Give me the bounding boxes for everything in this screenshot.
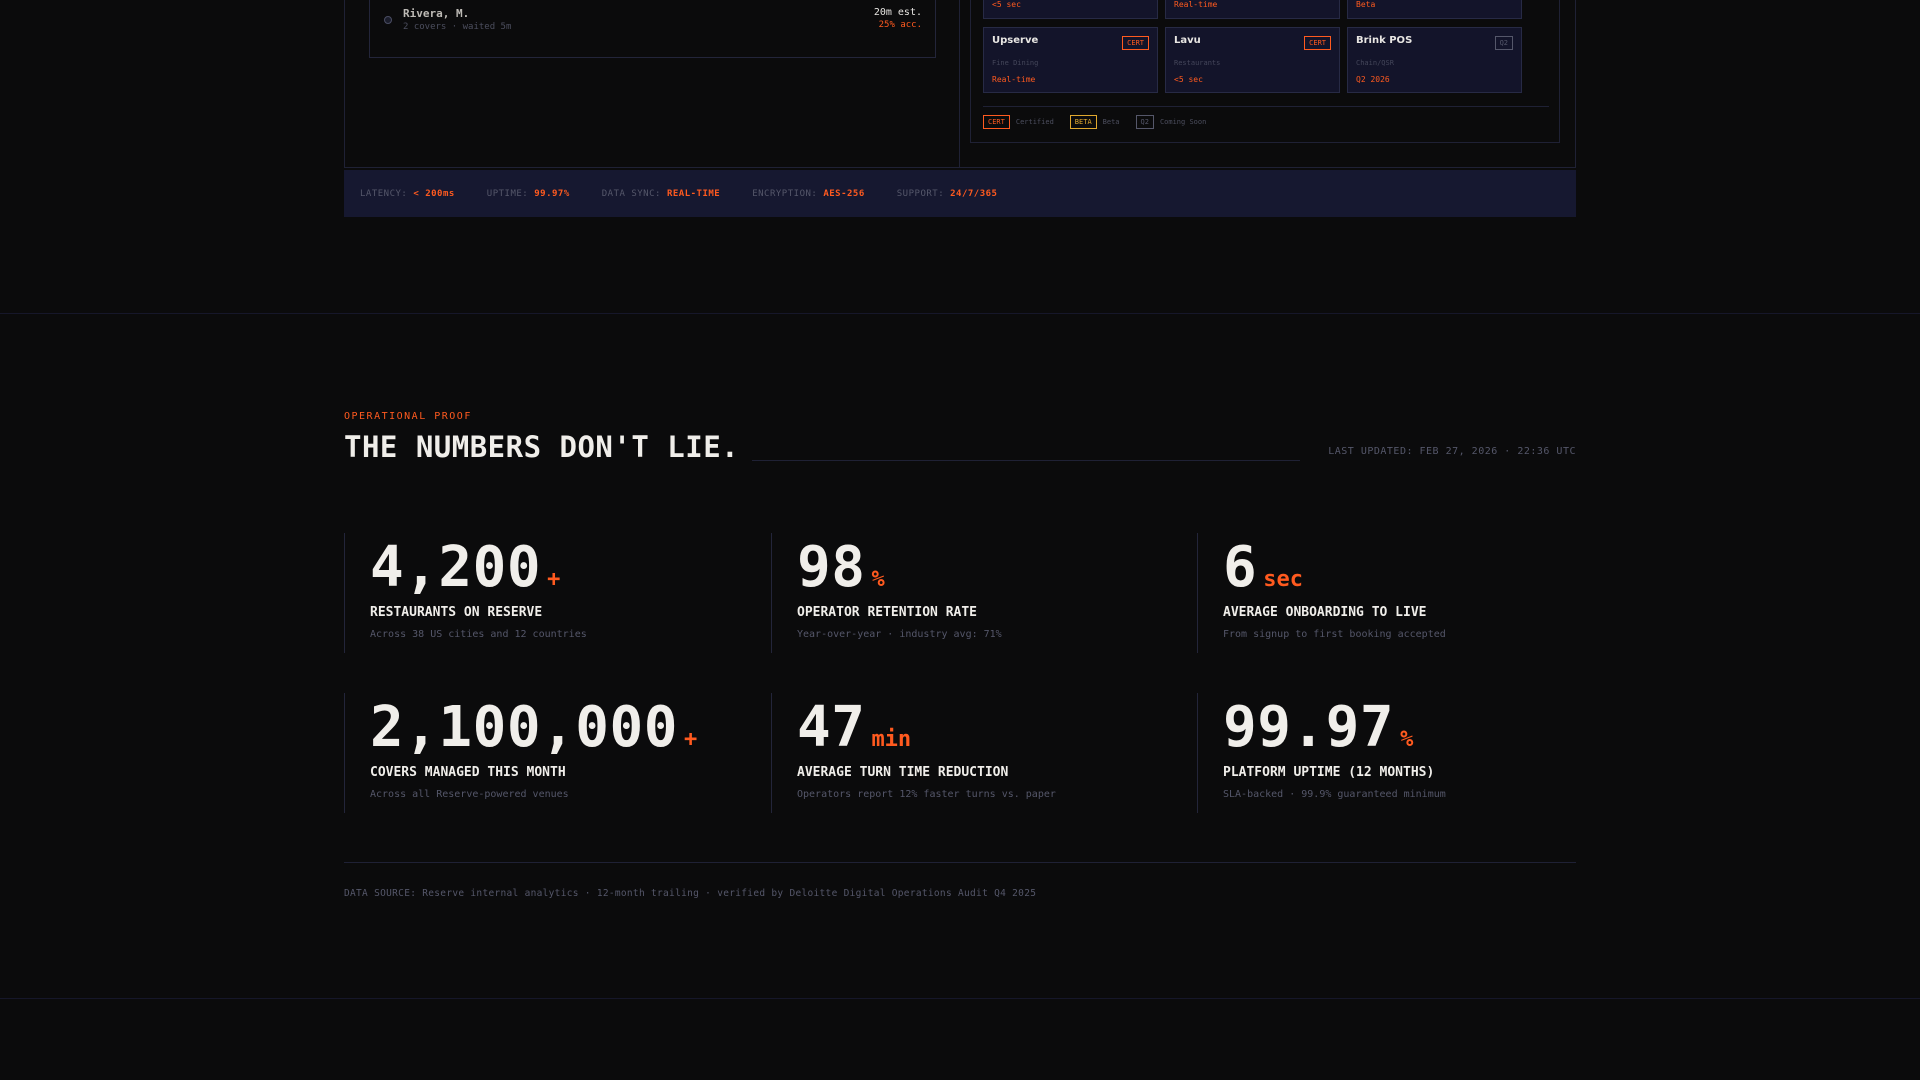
integration-speed: Q2 2026 (1356, 75, 1390, 84)
waitlist-entry[interactable]: Rivera, M. 2 covers · waited 5m 20m est.… (369, 0, 936, 58)
stat-value: 98 (797, 535, 866, 600)
status-latency: LATENCY: < 200ms (360, 188, 455, 199)
integration-speed: Beta (1356, 0, 1376, 9)
section-title: THE NUMBERS DON'T LIE. (344, 430, 740, 464)
legend-item-beta: BETA Beta (1069, 115, 1120, 129)
legend-label: Beta (1102, 118, 1120, 126)
legend-label: Certified (1015, 118, 1054, 126)
certified-badge: CERT (983, 115, 1010, 129)
stat-retention: 98 % OPERATOR RETENTION RATE Year-over-y… (771, 533, 1171, 653)
stat-suffix: % (871, 567, 885, 592)
legend-item-coming-soon: Q2 Coming Soon (1135, 115, 1207, 129)
stat-description: Across 38 US cities and 12 countries (370, 629, 587, 640)
status-data-sync: DATA SYNC: REAL-TIME (601, 188, 721, 199)
estimate-accuracy: 25% acc. (878, 20, 922, 30)
stat-onboarding: 6 sec AVERAGE ONBOARDING TO LIVE From si… (1197, 533, 1597, 653)
data-source-note: DATA SOURCE: Reserve internal analytics … (344, 888, 1037, 899)
badge-legend: CERT Certified BETA Beta Q2 Coming Soon (983, 115, 1206, 129)
stat-uptime: 99.97 % PLATFORM UPTIME (12 MONTHS) SLA-… (1197, 693, 1597, 813)
stat-description: SLA-backed · 99.9% guaranteed minimum (1223, 789, 1446, 800)
integration-speed: <5 sec (992, 0, 1021, 9)
stat-label: AVERAGE TURN TIME REDUCTION (797, 765, 1009, 780)
beta-badge: BETA (1069, 115, 1097, 129)
stat-label: OPERATOR RETENTION RATE (797, 605, 978, 620)
stat-suffix: + (683, 727, 698, 752)
certified-badge: CERT (1304, 36, 1331, 50)
stat-value: 99.97 (1223, 695, 1395, 760)
wait-estimate: 20m est. (873, 7, 922, 18)
integrations-grid: <5 sec Real-time Beta Upserve CERT Fine … (970, 0, 1560, 143)
stat-suffix: sec (1263, 567, 1303, 592)
pos-integrations-panel: <5 sec Real-time Beta Upserve CERT Fine … (960, 0, 1576, 168)
status-support: SUPPORT: 24/7/365 (896, 188, 998, 199)
status-dot-icon (384, 16, 392, 24)
status-uptime: UPTIME: 99.97% (486, 188, 570, 199)
integration-card-upserve[interactable]: Upserve CERT Fine Dining Real-time (983, 27, 1158, 93)
stat-label: RESTAURANTS ON RESERVE (370, 605, 543, 620)
integration-speed: Real-time (992, 75, 1036, 84)
section-divider (0, 998, 1920, 999)
stat-suffix: % (1400, 727, 1414, 752)
legend-label: Coming Soon (1159, 118, 1207, 126)
stat-label: PLATFORM UPTIME (12 MONTHS) (1223, 765, 1435, 780)
stat-value: 2,100,000 (370, 695, 678, 760)
integration-card-partial[interactable]: Beta (1347, 0, 1522, 19)
section-divider (0, 313, 1920, 314)
stat-label: COVERS MANAGED THIS MONTH (370, 765, 566, 780)
integration-type: Chain/QSR (1356, 59, 1394, 67)
stat-restaurants: 4,200 + RESTAURANTS ON RESERVE Across 38… (344, 533, 744, 653)
stat-description: Operators report 12% faster turns vs. pa… (797, 789, 1056, 800)
certified-badge: CERT (1122, 36, 1149, 50)
stat-description: From signup to first booking accepted (1223, 629, 1446, 640)
integration-type: Fine Dining (992, 59, 1039, 67)
stat-value: 6 (1223, 535, 1258, 600)
integration-name: Upserve (992, 35, 1039, 46)
integration-speed: <5 sec (1174, 75, 1203, 84)
stat-suffix: + (547, 567, 561, 592)
stat-turn-time: 47 min AVERAGE TURN TIME REDUCTION Opera… (771, 693, 1171, 813)
title-rule (752, 460, 1300, 461)
waitlist-panel: Rivera, M. 2 covers · waited 5m 20m est.… (344, 0, 960, 168)
guest-name: Rivera, M. (403, 7, 470, 20)
integration-name: Lavu (1174, 35, 1201, 46)
integration-card-partial[interactable]: Real-time (1165, 0, 1340, 19)
integration-card-brink-pos[interactable]: Brink POS Q2 Chain/QSR Q2 2026 (1347, 27, 1522, 93)
integration-card-partial[interactable]: <5 sec (983, 0, 1158, 19)
legend-item-certified: CERT Certified (983, 115, 1054, 129)
stat-value: 47 (797, 695, 866, 760)
guest-meta: 2 covers · waited 5m (403, 22, 512, 32)
stat-description: Year-over-year · industry avg: 71% (797, 629, 1002, 640)
integration-card-lavu[interactable]: Lavu CERT Restaurants <5 sec (1165, 27, 1340, 93)
integration-overview: Rivera, M. 2 covers · waited 5m 20m est.… (344, 0, 1576, 218)
stat-value: 4,200 (370, 535, 542, 600)
section-eyebrow: OPERATIONAL PROOF (344, 411, 472, 422)
legend-divider (983, 106, 1549, 107)
integration-type: Restaurants (1174, 59, 1221, 67)
coming-soon-badge: Q2 (1135, 115, 1154, 129)
footer-divider (344, 862, 1576, 863)
stat-label: AVERAGE ONBOARDING TO LIVE (1223, 605, 1427, 620)
stat-suffix: min (871, 727, 912, 752)
stat-covers: 2,100,000 + COVERS MANAGED THIS MONTH Ac… (344, 693, 744, 813)
coming-soon-badge: Q2 (1494, 36, 1513, 50)
system-status-bar: LATENCY: < 200ms UPTIME: 99.97% DATA SYNC:… (344, 170, 1576, 217)
last-updated: LAST UPDATED: FEB 27, 2026 · 22:36 UTC (1328, 446, 1576, 457)
integration-name: Brink POS (1356, 35, 1413, 46)
integration-speed: Real-time (1174, 0, 1218, 9)
stat-description: Across all Reserve-powered venues (370, 789, 569, 800)
status-encryption: ENCRYPTION: AES-256 (752, 188, 865, 199)
